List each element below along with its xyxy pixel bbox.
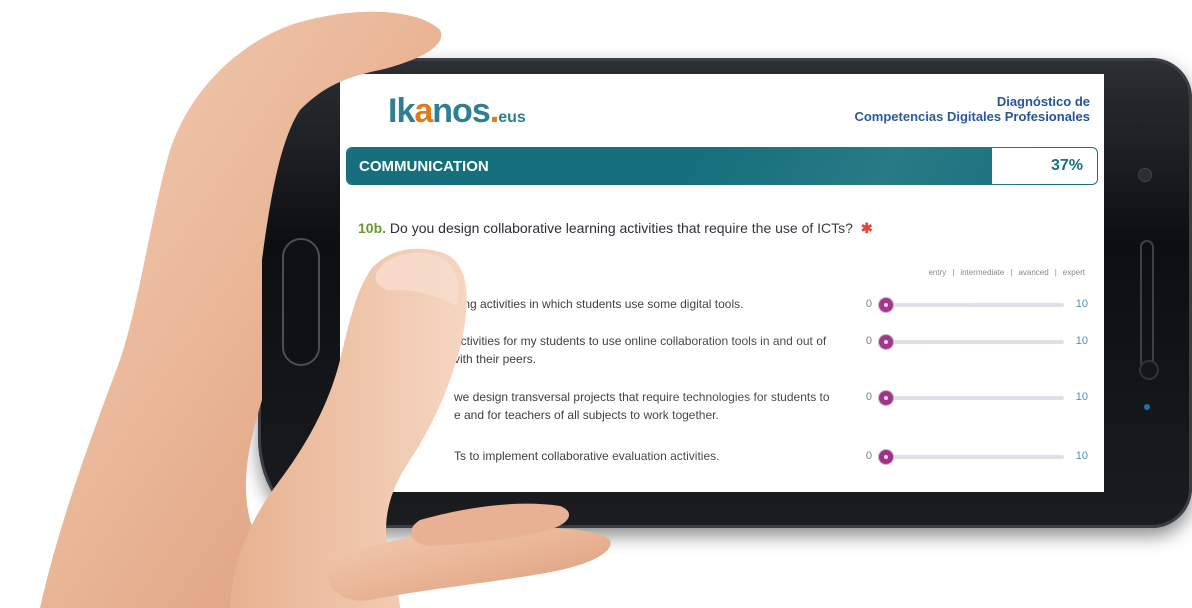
phone-screen: Ikanos.eus Diagnóstico de Competencias D… (340, 74, 1104, 492)
home-button[interactable] (282, 238, 320, 366)
slider-min-label: 0 (865, 450, 872, 462)
hand-fingers-bottom (327, 527, 611, 601)
option-slider-thumb[interactable] (879, 335, 893, 349)
scale-separator: | (952, 268, 955, 277)
section-progress-bar: COMMUNICATION 37% (346, 147, 1098, 185)
option-text: we design transversal projects that requ… (454, 390, 830, 422)
scale-level-advanced: avanced (1018, 268, 1049, 277)
scale-separator: | (1054, 268, 1057, 277)
scale-separator: | (1010, 268, 1013, 277)
option-text: activities for my students to use online… (454, 334, 827, 366)
slider-max-label: 10 (1075, 450, 1088, 462)
slider-max-label: 10 (1075, 298, 1088, 310)
option-slider-thumb[interactable] (879, 391, 893, 405)
app-title-line2: Competencias Digitales Profesionales (854, 109, 1090, 124)
slider-min-label: 0 (865, 298, 872, 310)
option-slider-track[interactable] (880, 303, 1064, 307)
ikanos-logo: Ikanos.eus (388, 92, 526, 130)
slider-max-label: 10 (1075, 391, 1088, 403)
scale-legend: entry | intermediate | avanced | expert (925, 268, 1088, 277)
sensor-lens-icon (1139, 360, 1159, 380)
question-text: Do you design collaborative learning act… (389, 220, 853, 236)
scale-level-intermediate: intermediate (960, 268, 1005, 277)
option-slider-thumb[interactable] (879, 298, 893, 312)
app-title-line1: Diagnóstico de (996, 94, 1090, 109)
question-heading: 10b. Do you design collaborative learnin… (358, 220, 873, 237)
section-progress-percent: 37% (1050, 157, 1083, 174)
option-slider-track[interactable] (880, 340, 1064, 344)
option-slider-track[interactable] (880, 396, 1064, 400)
section-title: COMMUNICATION (359, 158, 489, 175)
scale-level-expert: expert (1062, 268, 1085, 277)
question-number: 10b. (358, 220, 387, 236)
option-slider-thumb[interactable] (879, 450, 893, 464)
notification-led (1144, 404, 1150, 410)
slider-min-label: 0 (865, 391, 872, 403)
speaker-slot (1140, 240, 1154, 370)
scale-level-entry: entry (928, 268, 947, 277)
slider-min-label: 0 (865, 335, 872, 347)
option-slider-track[interactable] (880, 455, 1064, 459)
option-text: ning activities in which students use so… (454, 297, 744, 311)
option-text: Ts to implement collaborative evaluation… (454, 449, 720, 463)
slider-max-label: 10 (1075, 335, 1088, 347)
app-title: Diagnóstico de Competencias Digitales Pr… (854, 94, 1090, 124)
required-icon: ✱ (860, 220, 873, 236)
front-camera-icon (1138, 168, 1152, 182)
